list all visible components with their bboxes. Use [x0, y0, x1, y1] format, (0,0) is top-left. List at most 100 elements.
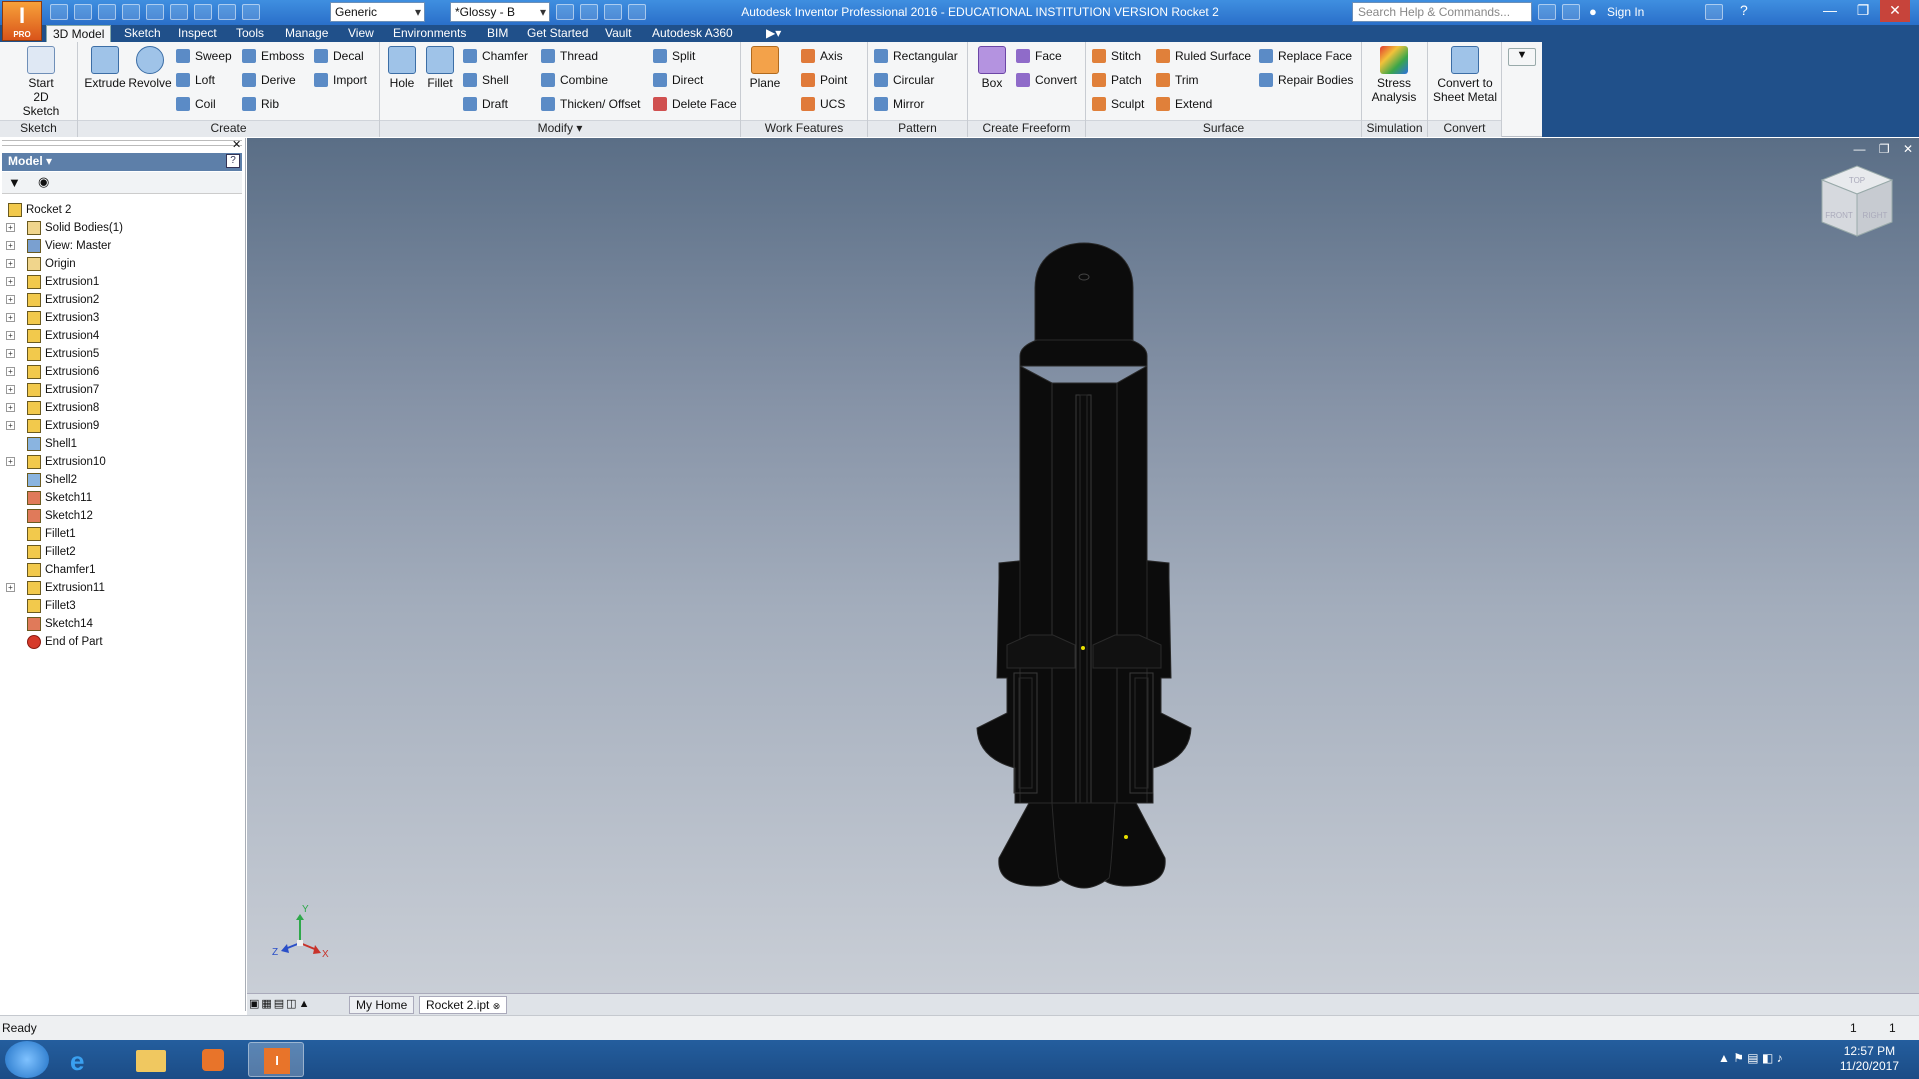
convert-freeform-button[interactable]: Convert	[1016, 71, 1077, 89]
center-nozzle[interactable]	[1051, 802, 1116, 889]
browser-node[interactable]: + Extrusion11	[6, 579, 242, 597]
doc-tab-rocket-2[interactable]: Rocket 2.ipt ⊗	[419, 996, 508, 1014]
circular-pattern-button[interactable]: Circular	[874, 71, 934, 89]
start-button[interactable]	[5, 1041, 49, 1078]
start-2d-sketch-button[interactable]: Start 2D Sketch	[16, 46, 66, 118]
browser-node[interactable]: + Extrusion3	[6, 309, 242, 327]
expand-icon[interactable]: +	[6, 583, 15, 592]
selection-point-marker[interactable]	[1124, 835, 1128, 839]
face-freeform-button[interactable]: Face	[1016, 47, 1062, 65]
rocket-model[interactable]	[976, 242, 1192, 889]
thread-button[interactable]: Thread	[541, 47, 598, 65]
ribbon-options-dropdown[interactable]: ▼	[1508, 48, 1536, 66]
stitch-button[interactable]: Stitch	[1092, 47, 1141, 65]
browser-help-icon[interactable]: ?	[226, 154, 240, 168]
shell-button[interactable]: Shell	[463, 71, 509, 89]
help-icon[interactable]: ?	[1740, 2, 1748, 18]
viewcube[interactable]: TOP FRONT RIGHT	[1820, 165, 1894, 237]
trim-button[interactable]: Trim	[1156, 71, 1199, 89]
tab-autodesk-a360[interactable]: Autodesk A360	[646, 25, 739, 42]
tab-bim[interactable]: BIM	[481, 25, 514, 42]
sign-in-link[interactable]: Sign In	[1607, 5, 1644, 19]
tab-3d-model[interactable]: 3D Model	[46, 25, 112, 42]
view-layout-icons[interactable]: ▣▦▤◫▲	[249, 997, 311, 1010]
box-freeform-button[interactable]: Box	[970, 46, 1014, 90]
chamfer-button[interactable]: Chamfer	[463, 47, 528, 65]
subscription-icon[interactable]	[1538, 4, 1556, 20]
print-icon[interactable]	[194, 4, 212, 20]
favorites-icon[interactable]	[1562, 4, 1580, 20]
axis-button[interactable]: Axis	[801, 47, 843, 65]
panel-title-modify[interactable]: Modify ▾	[380, 120, 740, 137]
draft-button[interactable]: Draft	[463, 95, 508, 113]
extend-button[interactable]: Extend	[1156, 95, 1212, 113]
tab-environments[interactable]: Environments	[387, 25, 472, 42]
expand-icon[interactable]: +	[6, 223, 15, 232]
browser-node[interactable]: + Origin	[6, 255, 242, 273]
expand-icon[interactable]: +	[6, 241, 15, 250]
fillet-button[interactable]: Fillet	[418, 46, 462, 90]
help-search-input[interactable]: Search Help & Commands...	[1352, 2, 1532, 22]
tab-get-started[interactable]: Get Started	[521, 25, 594, 42]
expand-icon[interactable]: +	[6, 385, 15, 394]
stress-analysis-button[interactable]: Stress Analysis	[1364, 46, 1424, 104]
restore-button[interactable]: ❐	[1848, 0, 1878, 22]
close-button[interactable]: ✕	[1880, 0, 1910, 22]
browser-node[interactable]: + Extrusion4	[6, 327, 242, 345]
expand-icon[interactable]: +	[6, 331, 15, 340]
browser-node[interactable]: Fillet2	[6, 543, 242, 561]
app-menu-button[interactable]: I PRO	[2, 1, 42, 41]
redo-icon[interactable]	[146, 4, 164, 20]
expand-icon[interactable]: +	[6, 457, 15, 466]
browser-node[interactable]: + Extrusion10	[6, 453, 242, 471]
tab-sketch[interactable]: Sketch	[118, 25, 167, 42]
exchange-icon[interactable]	[1705, 4, 1723, 20]
customize-icon[interactable]	[628, 4, 646, 20]
browser-node[interactable]: Shell2	[6, 471, 242, 489]
delete-face-button[interactable]: Delete Face	[653, 95, 737, 113]
expand-icon[interactable]: +	[6, 277, 15, 286]
browser-node[interactable]: Sketch12	[6, 507, 242, 525]
minimize-button[interactable]: —	[1815, 0, 1845, 22]
update-icon[interactable]	[242, 4, 260, 20]
browser-node[interactable]: + Extrusion9	[6, 417, 242, 435]
browser-node[interactable]: + Extrusion1	[6, 273, 242, 291]
browser-node[interactable]: Sketch14	[6, 615, 242, 633]
browser-node[interactable]: End of Part	[6, 633, 242, 651]
sweep-button[interactable]: Sweep	[176, 47, 232, 65]
appearance-combo[interactable]: Generic	[330, 2, 425, 22]
browser-node[interactable]: + Extrusion7	[6, 381, 242, 399]
right-booster-cap[interactable]	[1092, 634, 1162, 669]
tab-view[interactable]: View	[342, 25, 380, 42]
browser-node[interactable]: Fillet1	[6, 525, 242, 543]
direct-button[interactable]: Direct	[653, 71, 703, 89]
browser-node[interactable]: + Extrusion5	[6, 345, 242, 363]
derive-button[interactable]: Derive	[242, 71, 296, 89]
tab-tools[interactable]: Tools	[230, 25, 270, 42]
save-icon[interactable]	[98, 4, 116, 20]
revolve-button[interactable]: Revolve	[128, 46, 172, 90]
ucs-button[interactable]: UCS	[801, 95, 845, 113]
convert-to-sheet-metal-button[interactable]: Convert to Sheet Metal	[1430, 46, 1500, 104]
patch-button[interactable]: Patch	[1092, 71, 1142, 89]
browser-node[interactable]: Sketch11	[6, 489, 242, 507]
rib-button[interactable]: Rib	[242, 95, 279, 113]
open-icon[interactable]	[74, 4, 92, 20]
tab-inspect[interactable]: Inspect	[172, 25, 223, 42]
browser-node[interactable]: + Solid Bodies(1)	[6, 219, 242, 237]
browser-node[interactable]: + Extrusion6	[6, 363, 242, 381]
internet-explorer-icon[interactable]: e	[58, 1042, 114, 1077]
expand-icon[interactable]: +	[6, 421, 15, 430]
import-button[interactable]: Import	[314, 71, 367, 89]
browser-close-icon[interactable]: ✕	[232, 138, 241, 151]
expand-icon[interactable]: +	[6, 295, 15, 304]
coil-button[interactable]: Coil	[176, 95, 216, 113]
tab-overflow-toggle[interactable]: ▶▾	[760, 25, 787, 42]
rocket-nose-dome[interactable]	[1034, 242, 1134, 341]
expand-icon[interactable]: +	[6, 259, 15, 268]
browser-title[interactable]: Model ▾	[2, 153, 242, 171]
inventor-taskbar-button[interactable]: I	[248, 1042, 304, 1077]
split-button[interactable]: Split	[653, 47, 695, 65]
expand-icon[interactable]: +	[6, 349, 15, 358]
left-booster-cap[interactable]	[1006, 634, 1076, 669]
